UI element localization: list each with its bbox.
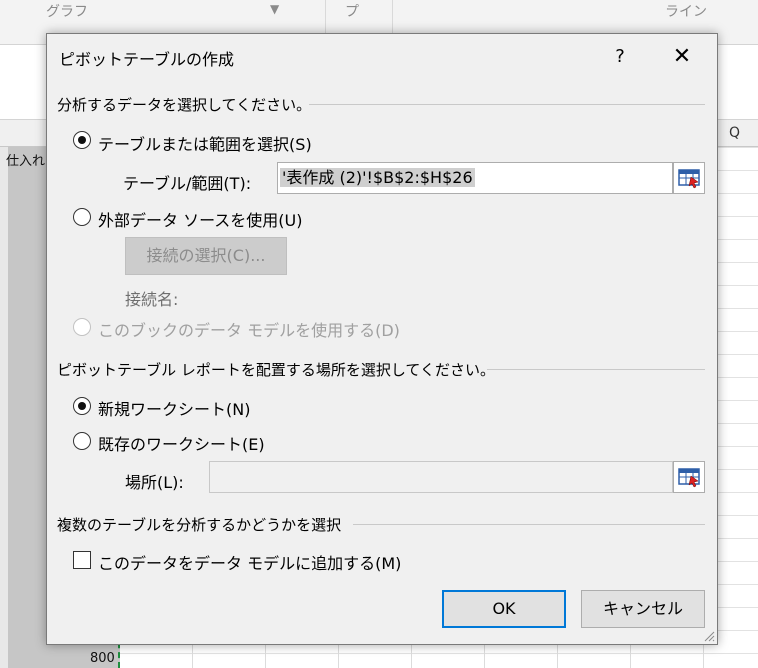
location-label: 場所(L): xyxy=(125,473,184,492)
radio-table-range[interactable] xyxy=(73,131,91,149)
range-input-value: '表作成 (2)'!$B$2:$H$26 xyxy=(280,168,475,187)
section-choose-location: ピボットテーブル レポートを配置する場所を選択してください。 xyxy=(57,361,495,379)
add-to-data-model-checkbox[interactable] xyxy=(73,551,91,569)
option-external-source-label[interactable]: 外部データ ソースを使用(U) xyxy=(98,207,302,231)
add-to-data-model-label[interactable]: このデータをデータ モデルに追加する(M) xyxy=(98,550,401,574)
cancel-button[interactable]: キャンセル xyxy=(581,590,705,628)
connection-name-label: 接続名: xyxy=(125,290,179,309)
close-icon[interactable]: ✕ xyxy=(667,44,697,70)
radio-new-worksheet[interactable] xyxy=(73,397,91,415)
range-input[interactable]: '表作成 (2)'!$B$2:$H$26 xyxy=(277,162,673,194)
create-pivottable-dialog: ピボットテーブルの作成 ? ✕ 分析するデータを選択してください。 テーブルまた… xyxy=(46,33,718,645)
range-selector-icon[interactable] xyxy=(673,162,705,194)
option-table-range-label[interactable]: テーブルまたは範囲を選択(S) xyxy=(98,131,312,155)
dialog-title: ピボットテーブルの作成 xyxy=(59,50,235,69)
range-label: テーブル/範囲(T): xyxy=(123,174,252,193)
ribbon-line-label[interactable]: ライン xyxy=(665,1,707,21)
location-input xyxy=(209,461,673,493)
option-new-worksheet-label[interactable]: 新規ワークシート(N) xyxy=(98,396,250,420)
radio-existing-worksheet[interactable] xyxy=(73,432,91,450)
section-divider xyxy=(353,524,705,525)
option-data-model-label: このブックのデータ モデルを使用する(D) xyxy=(98,321,400,340)
ribbon-pivot-label[interactable]: プ xyxy=(345,1,359,21)
dropdown-arrow-icon[interactable]: ▼ xyxy=(270,2,279,16)
ok-button[interactable]: OK xyxy=(442,590,566,628)
cell-value[interactable]: 800 xyxy=(90,651,115,666)
cell-header-text[interactable]: 仕入れ xyxy=(6,150,45,169)
option-existing-worksheet-label[interactable]: 既存のワークシート(E) xyxy=(98,431,265,455)
section-multiple-tables: 複数のテーブルを分析するかどうかを選択 xyxy=(57,516,342,534)
section-divider xyxy=(487,369,705,370)
choose-connection-button: 接続の選択(C)... xyxy=(125,237,287,275)
radio-data-model xyxy=(73,318,91,336)
column-header-q[interactable]: Q xyxy=(729,125,740,141)
ribbon-graph-label[interactable]: グラフ xyxy=(46,1,88,21)
section-divider xyxy=(309,104,705,105)
help-icon[interactable]: ? xyxy=(605,44,635,70)
section-choose-data: 分析するデータを選択してください。 xyxy=(57,96,312,114)
location-selector-icon[interactable] xyxy=(673,461,705,493)
resize-grip-icon[interactable] xyxy=(703,630,715,642)
radio-external-source[interactable] xyxy=(73,208,91,226)
row-number-strip xyxy=(0,147,8,668)
